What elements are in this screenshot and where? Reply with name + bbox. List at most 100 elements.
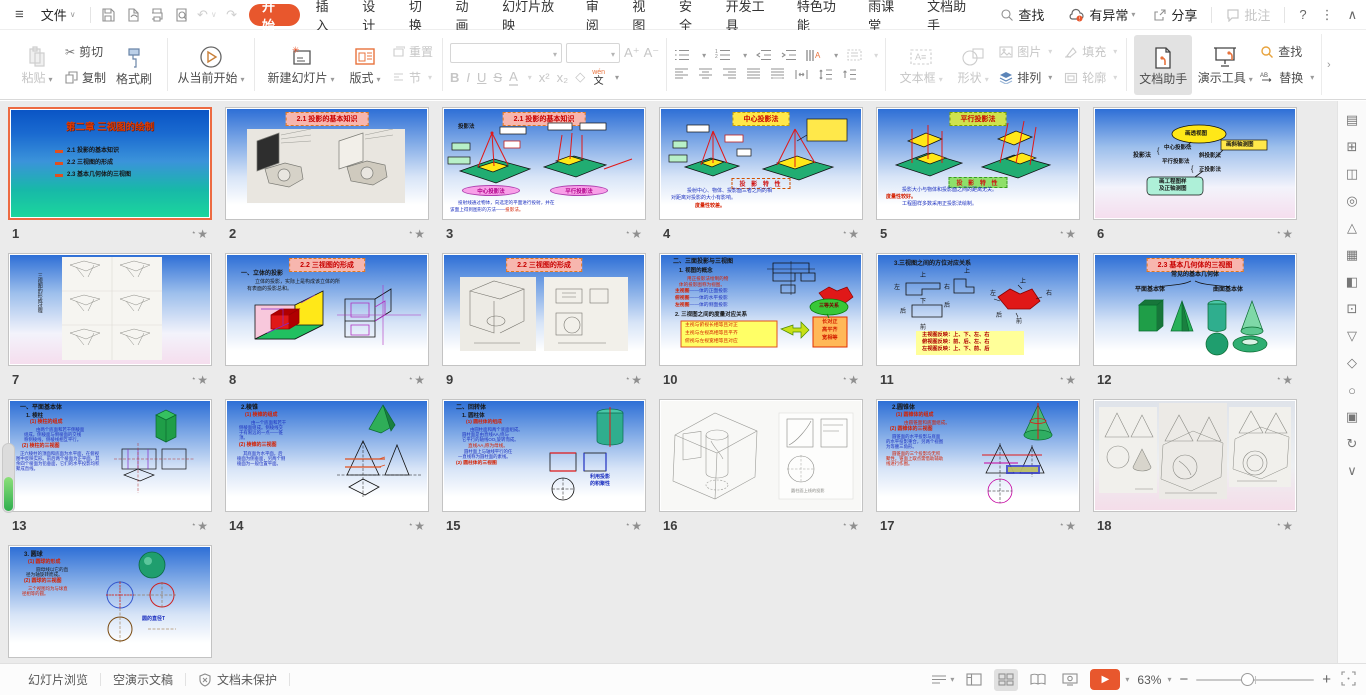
transition-star-icon[interactable]: ⋆★ [1059, 227, 1076, 241]
collapse-ribbon-button[interactable]: ∧ [1339, 0, 1366, 30]
normal-view-button[interactable] [962, 669, 986, 691]
slide-thumbnail-12[interactable]: 2.3 基本几何体的三视图 常见的基本几何体 平面基本体 曲面基本体 [1093, 253, 1297, 366]
slide-sorter-view-button[interactable] [994, 669, 1018, 691]
share-button[interactable]: 分享 [1144, 0, 1206, 30]
tab-design[interactable]: 设计 [351, 0, 398, 30]
selection-pane-icon[interactable]: ◫ [1343, 165, 1361, 183]
bullet-list-icon[interactable] [674, 49, 690, 61]
transition-star-icon[interactable]: ⋆★ [191, 519, 208, 533]
slide-thumbnail-11[interactable]: 3.三视图之间的方位对应关系 上 左 右 下 上 后 后 前 [876, 253, 1080, 366]
arrange-button[interactable]: 排列▾ [997, 68, 1054, 88]
export-icon[interactable] [121, 4, 144, 26]
insert-panel-icon[interactable]: ⊡ [1343, 300, 1361, 318]
slideshow-view-button[interactable] [1058, 669, 1082, 691]
ribbon-expander[interactable]: › [1321, 34, 1335, 95]
file-menu[interactable]: 文件∨ [32, 0, 85, 30]
paragraph-spacing-icon[interactable] [842, 68, 857, 81]
slide-thumbnail-9[interactable]: 2.2 三视图的形成 [442, 253, 646, 366]
numbered-list-icon[interactable]: 12 [715, 49, 731, 61]
zoom-in-button[interactable]: + [1322, 671, 1331, 688]
notes-toggle[interactable]: ▾ [931, 674, 954, 686]
slide-thumbnail-1[interactable]: 第二章 三视图的绘制 2.1 投影的基本知识 2.2 三视图的形成 2.3 基本… [8, 107, 212, 220]
transition-star-icon[interactable]: ⋆★ [408, 227, 425, 241]
tab-features[interactable]: 特色功能 [786, 0, 857, 30]
zoom-out-button[interactable]: − [1179, 671, 1188, 688]
copy-button[interactable]: 复制 [63, 68, 108, 88]
slide-thumbnail-5[interactable]: 平行投影法 投 影 特 性 投影大小 [876, 107, 1080, 220]
play-from-current-button[interactable]: 从当前开始▾ [175, 35, 247, 95]
find-button[interactable]: 查找 [991, 0, 1053, 30]
transition-star-icon[interactable]: ⋆★ [1059, 519, 1076, 533]
layout-button[interactable]: 版式▾ [340, 35, 390, 95]
tab-slideshow[interactable]: 幻灯片放映 [491, 0, 575, 30]
slide-thumbnail-14[interactable]: 2.棱锥 (1) 棱锥的组成 由一个底面和若干 侧棱面组成。侧棱线交 于有限远的… [225, 399, 429, 512]
tab-transition[interactable]: 切换 [398, 0, 445, 30]
find-ribbon-button[interactable]: 查找 [1258, 42, 1316, 62]
tab-view[interactable]: 视图 [621, 0, 668, 30]
comment-panel-icon[interactable]: ○ [1343, 381, 1361, 399]
slide-thumbnail-3[interactable]: 2.1 投影的基本知识 投影法 [442, 107, 646, 220]
slide-thumbnail-4[interactable]: 中心投影法 [659, 107, 863, 220]
print-icon[interactable] [146, 4, 169, 26]
text-direction-icon[interactable]: A [806, 49, 822, 62]
transition-star-icon[interactable]: ⋆★ [842, 519, 859, 533]
play-slideshow-button[interactable]: ▶ [1090, 669, 1120, 690]
present-tools-button[interactable]: 演示工具▾ [1192, 35, 1258, 95]
slide-thumbnail-8[interactable]: 2.2 三视图的形成 一、立体的投影 立体的投影，实际上是构成该立体的所 有表面… [225, 253, 429, 366]
page-scroll-indicator[interactable] [2, 443, 15, 513]
transition-star-icon[interactable]: ⋆★ [1059, 373, 1076, 387]
transition-star-icon[interactable]: ⋆★ [625, 519, 642, 533]
slide-thumbnail-7[interactable]: 三视图的形成过程 [8, 253, 212, 366]
print-preview-icon[interactable] [171, 4, 194, 26]
hamburger-icon[interactable]: ≡ [8, 4, 31, 26]
align-center-icon[interactable] [698, 68, 713, 80]
material-panel-icon[interactable]: ◇ [1343, 354, 1361, 372]
transition-star-icon[interactable]: ⋆★ [191, 373, 208, 387]
tab-doc-assistant[interactable]: 文档助手 [916, 0, 987, 30]
tab-home[interactable]: 开始 [249, 4, 300, 26]
animation-pane-icon[interactable]: ◎ [1343, 192, 1361, 210]
layers-panel-icon[interactable]: ⊞ [1343, 138, 1361, 156]
zoom-slider-knob[interactable] [1241, 673, 1254, 686]
align-left-icon[interactable] [674, 68, 689, 80]
transition-star-icon[interactable]: ⋆★ [625, 373, 642, 387]
transition-star-icon[interactable]: ⋆★ [408, 373, 425, 387]
transition-star-icon[interactable]: ⋆★ [625, 227, 642, 241]
column-spacing-icon[interactable] [794, 68, 809, 81]
tab-security[interactable]: 安全 [668, 0, 715, 30]
replace-button[interactable]: AB替换▾ [1258, 68, 1316, 88]
tab-rain-classroom[interactable]: 雨课堂 [857, 0, 916, 30]
save-icon[interactable] [97, 4, 120, 26]
shapes-panel-icon[interactable]: △ [1343, 219, 1361, 237]
template-panel-icon[interactable]: ▣ [1343, 408, 1361, 426]
more-panels-icon[interactable]: ∨ [1343, 462, 1361, 480]
zoom-slider[interactable] [1196, 679, 1314, 681]
fit-screen-button[interactable] [1341, 671, 1356, 689]
chevron-down-icon[interactable]: ▾ [1125, 675, 1129, 684]
new-slide-button[interactable]: ✳ 新建幻灯片▾ [262, 35, 340, 95]
tab-devtools[interactable]: 开发工具 [715, 0, 786, 30]
transition-star-icon[interactable]: ⋆★ [842, 373, 859, 387]
transition-star-icon[interactable]: ⋆★ [1276, 519, 1293, 533]
cut-button[interactable]: ✂剪切 [63, 42, 108, 62]
font-name-select[interactable]: ▾ [450, 43, 562, 63]
slide-thumbnail-10[interactable]: 二、三面投影与三视图 1. 视图的概念 用正投影法绘制的物 体的投影图称为视图。… [659, 253, 863, 366]
slide-thumbnail-18[interactable] [1093, 399, 1297, 512]
transition-star-icon[interactable]: ⋆★ [191, 227, 208, 241]
slide-thumbnail-16[interactable]: 圆柱面上线的投影 [659, 399, 863, 512]
doc-assistant-button[interactable]: 文档助手 [1134, 35, 1192, 95]
format-painter-button[interactable]: 格式刷 [108, 35, 160, 95]
zoom-level[interactable]: 63% ▾ [1137, 673, 1171, 687]
slide-thumbnail-17[interactable]: 2.圆锥体 (1) 圆锥体的组成 由圆锥面和底面组成。 (2) 圆锥体的三视图 … [876, 399, 1080, 512]
font-size-select[interactable]: ▾ [566, 43, 620, 63]
layout-panel-icon[interactable]: ◧ [1343, 273, 1361, 291]
protect-status[interactable]: 文档未保护 [186, 664, 289, 695]
phonetic-guide-icon[interactable]: wén文 [592, 68, 605, 86]
properties-panel-icon[interactable]: ▤ [1343, 111, 1361, 129]
slide-thumbnail-2[interactable]: 2.1 投影的基本知识 [225, 107, 429, 220]
slide-thumbnail-13[interactable]: 一、平面基本体 1. 棱柱 (1) 棱柱的组成 由两个底面和若干侧棱面 组成。侧… [8, 399, 212, 512]
align-right-icon[interactable] [722, 68, 737, 80]
transition-star-icon[interactable]: ⋆★ [1276, 373, 1293, 387]
decrease-indent-icon[interactable] [756, 49, 772, 61]
transition-star-icon[interactable]: ⋆★ [1276, 227, 1293, 241]
